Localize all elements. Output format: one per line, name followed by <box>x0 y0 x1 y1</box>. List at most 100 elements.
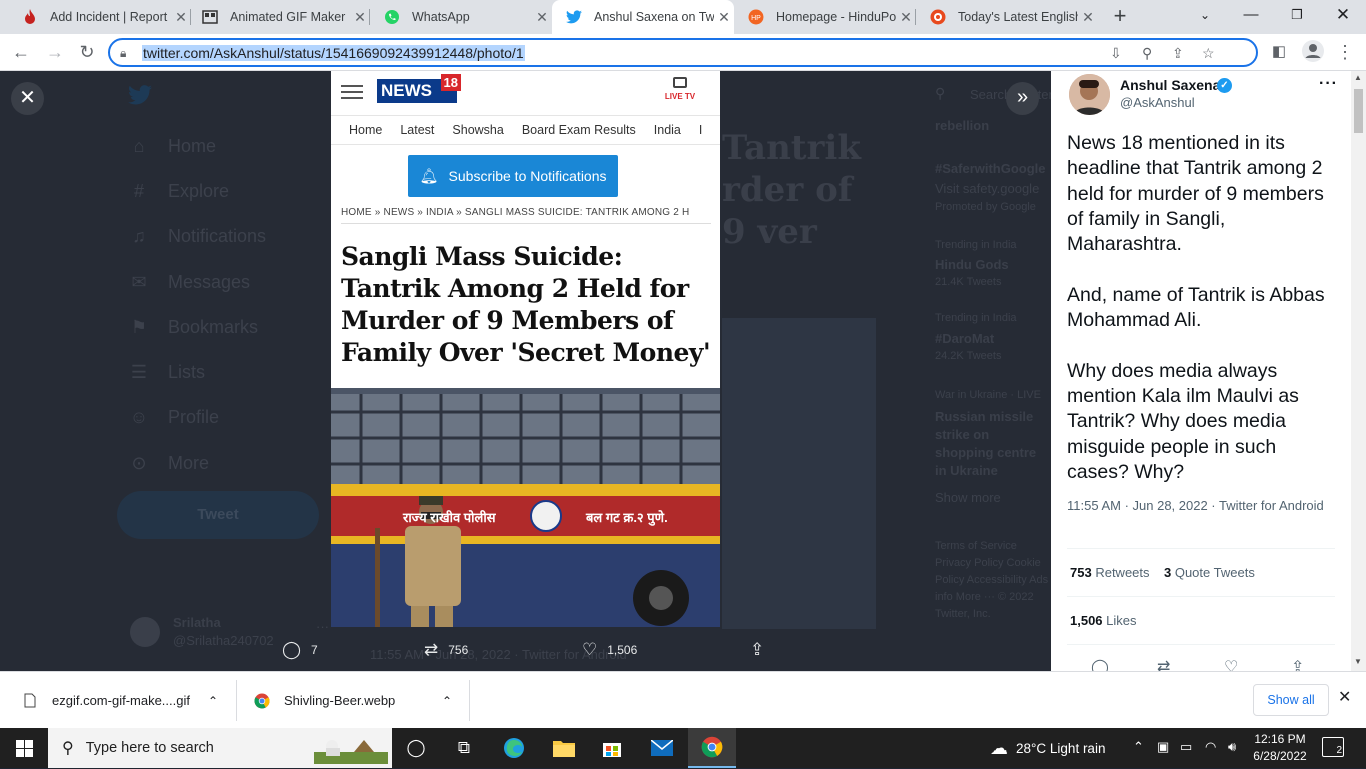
chrome-taskbar-icon[interactable] <box>688 728 736 768</box>
meet-now-icon[interactable]: ▣ <box>1157 739 1169 755</box>
reload-button[interactable]: ↻ <box>74 40 100 66</box>
zoom-icon[interactable]: ⚲ <box>1142 45 1152 62</box>
tweet-timestamp[interactable]: 11:55 AM · Jun 28, 2022 · Twitter for An… <box>1067 497 1337 515</box>
scroll-up-arrow-icon[interactable]: ▲ <box>1354 73 1362 82</box>
bookmark-star-icon[interactable]: ☆ <box>1202 45 1215 62</box>
close-window-button[interactable]: ✕ <box>1320 0 1366 30</box>
back-button[interactable]: ← <box>8 40 34 66</box>
svg-text:HP: HP <box>751 15 761 22</box>
trend-title[interactable]: #SaferwithGoogle <box>935 161 1046 176</box>
panel-scrollbar[interactable]: ▲ ▼ <box>1351 71 1366 671</box>
close-tab-icon[interactable]: ✕ <box>896 9 916 26</box>
download-item-gif[interactable]: ezgif.com-gif-make....gif ⌃ <box>22 672 218 729</box>
media-reply-button[interactable]: ◯ 7 <box>282 638 318 662</box>
lock-icon[interactable]: 🔒︎ <box>120 46 126 61</box>
nav-messages[interactable]: ✉ Messages <box>128 267 250 297</box>
share-icon[interactable]: ⇪ <box>1172 45 1184 62</box>
quote-count[interactable]: 3 <box>1164 565 1171 580</box>
system-clock[interactable]: 12:16 PM 6/28/2022 <box>1250 731 1310 765</box>
scrollbar-thumb[interactable] <box>1354 89 1363 133</box>
wifi-icon[interactable]: ◠ <box>1205 739 1216 755</box>
account-avatar[interactable] <box>130 617 160 647</box>
volume-icon[interactable]: 🔊︎ <box>1228 739 1236 755</box>
tab-gif-maker[interactable]: Animated GIF Maker ✕ <box>188 0 370 34</box>
reply-icon[interactable]: ◯ <box>1091 657 1109 671</box>
notification-center-icon[interactable]: 2 <box>1322 737 1344 757</box>
chrome-menu-icon[interactable]: ⋮ <box>1332 40 1358 66</box>
address-bar[interactable]: 🔒︎ twitter.com/AskAnshul/status/15416690… <box>108 38 1258 67</box>
close-tab-icon[interactable]: ✕ <box>714 9 734 26</box>
nav-profile[interactable]: ☺ Profile <box>128 402 219 432</box>
more-options-icon[interactable]: ··· <box>1319 75 1338 93</box>
close-tab-icon[interactable]: ✕ <box>532 9 552 26</box>
battery-icon[interactable]: ▭ <box>1180 739 1192 755</box>
author-handle[interactable]: @AskAnshul <box>1120 95 1195 110</box>
trend-title[interactable]: #DaroMat <box>935 331 994 346</box>
tab-twitter-active[interactable]: Anshul Saxena on Twitter ✕ <box>552 0 734 34</box>
likes-count[interactable]: 1,506 <box>1070 613 1103 628</box>
nav-explore[interactable]: # Explore <box>128 176 229 206</box>
weather-widget[interactable]: ☁ 28°C Light rain <box>990 728 1105 768</box>
share-icon[interactable]: ⇪ <box>1291 657 1304 671</box>
retweet-count[interactable]: 753 <box>1070 565 1092 580</box>
task-view-icon[interactable]: ⧉ <box>440 728 488 768</box>
microsoft-store-icon[interactable] <box>588 728 636 768</box>
forward-button[interactable]: → <box>42 40 68 66</box>
retweet-icon[interactable]: ⇄ <box>1157 657 1170 671</box>
twitter-logo-icon[interactable] <box>128 85 152 110</box>
media-like-button[interactable]: ♡ 1,506 <box>582 638 637 662</box>
tab-latest-news[interactable]: Today's Latest English ✕ <box>916 0 1098 34</box>
show-hidden-icons-chevron-icon[interactable]: ⌃ <box>1133 739 1144 755</box>
close-tab-icon[interactable]: ✕ <box>350 9 370 26</box>
account-menu-icon[interactable]: ··· <box>316 619 329 634</box>
close-media-button[interactable]: ✕ <box>11 82 44 115</box>
likes-label[interactable]: Likes <box>1106 613 1136 628</box>
maximize-button[interactable]: ❐ <box>1274 0 1320 30</box>
edge-browser-icon[interactable] <box>490 728 538 768</box>
share-icon: ⇪ <box>750 640 765 659</box>
profile-avatar-icon[interactable] <box>1300 40 1326 66</box>
author-avatar[interactable] <box>1069 74 1110 115</box>
minimize-button[interactable]: — <box>1228 0 1274 30</box>
trend-title[interactable]: rebellion <box>935 118 989 133</box>
download-item-webp[interactable]: Shivling-Beer.webp ⌃ <box>254 672 452 729</box>
tab-whatsapp[interactable]: WhatsApp ✕ <box>370 0 552 34</box>
new-tab-button[interactable]: + <box>1108 5 1132 29</box>
show-more-link[interactable]: Show more <box>935 490 1001 505</box>
media-share-button[interactable]: ⇪ <box>750 638 774 662</box>
nav-notifications[interactable]: ♫ Notifications <box>128 221 266 251</box>
side-panel-icon[interactable]: ◧ <box>1266 40 1292 66</box>
nav-lists[interactable]: ☰ Lists <box>128 357 205 387</box>
nav-home[interactable]: ⌂ Home <box>128 131 216 161</box>
chevron-up-icon[interactable]: ⌃ <box>208 694 218 708</box>
tab-add-incident[interactable]: Add Incident | Report ✕ <box>8 0 191 34</box>
scroll-down-arrow-icon[interactable]: ▼ <box>1354 657 1362 666</box>
cortana-icon[interactable]: ◯ <box>392 728 440 768</box>
tab-search-button[interactable]: ⌄ <box>1182 0 1228 30</box>
nav-more[interactable]: ⊙ More <box>128 448 209 478</box>
author-name[interactable]: Anshul Saxena <box>1120 77 1220 93</box>
trend-title[interactable]: Hindu Gods <box>935 257 1009 272</box>
tv-icon <box>673 77 687 88</box>
show-all-downloads-button[interactable]: Show all <box>1253 684 1329 716</box>
taskbar-search-input[interactable]: ⚲ Type here to search <box>48 728 392 768</box>
quote-label[interactable]: Quote Tweets <box>1175 565 1255 580</box>
tweet-button[interactable]: Tweet <box>117 491 319 539</box>
footer-links[interactable]: Terms of Service Privacy Policy Cookie P… <box>935 538 1051 623</box>
url-text[interactable]: twitter.com/AskAnshul/status/15416690924… <box>142 45 525 61</box>
heart-icon[interactable]: ♡ <box>1224 657 1238 671</box>
install-app-icon[interactable]: ⇩ <box>1110 45 1122 62</box>
close-tab-icon[interactable]: ✕ <box>1078 9 1098 26</box>
retweets-label[interactable]: Retweets <box>1095 565 1149 580</box>
mail-icon[interactable] <box>638 728 686 768</box>
expand-panel-button[interactable]: » <box>1006 82 1039 115</box>
file-explorer-icon[interactable] <box>540 728 588 768</box>
nav-bookmarks[interactable]: ⚑ Bookmarks <box>128 312 258 342</box>
chevron-up-icon[interactable]: ⌃ <box>442 694 452 708</box>
close-downloads-icon[interactable]: ✕ <box>1338 687 1351 707</box>
media-retweet-button[interactable]: ⇄ 756 <box>424 638 468 662</box>
trend-title[interactable]: Russian missile strike on shopping centr… <box>935 408 1051 480</box>
windows-start-icon[interactable] <box>0 728 48 768</box>
tab-hindupost[interactable]: HP Homepage - HinduPost ✕ <box>734 0 916 34</box>
search-icon[interactable]: ⚲ <box>935 85 945 102</box>
